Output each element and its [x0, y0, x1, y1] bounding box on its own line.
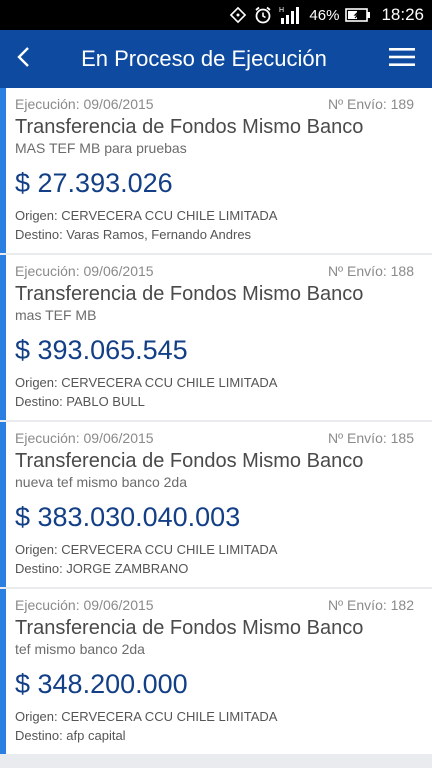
transfer-destination: Destino: afp capital: [15, 728, 126, 743]
transfer-card[interactable]: Ejecución: 09/06/2015 Nº Envío: 182 Tran…: [0, 589, 432, 754]
battery-percent: 46%: [309, 6, 340, 24]
transfer-origin: Origen: CERVECERA CCU CHILE LIMITADA: [15, 709, 278, 724]
signal-icon: H: [279, 5, 303, 25]
transfer-amount: $ 383.030.040.003: [15, 502, 241, 532]
transfer-description: tef mismo banco 2da: [15, 641, 145, 657]
transfer-origin: Origen: CERVECERA CCU CHILE LIMITADA: [15, 542, 278, 557]
send-number: Nº Envío: 189: [327, 96, 414, 112]
transfer-card[interactable]: Ejecución: 09/06/2015 Nº Envío: 185 Tran…: [0, 422, 432, 587]
transfer-type: Transferencia de Fondos Mismo Banco: [15, 617, 364, 639]
transfer-type: Transferencia de Fondos Mismo Banco: [15, 450, 364, 472]
transfer-destination: Destino: PABLO BULL: [15, 394, 145, 409]
app-bar: En Proceso de Ejecución: [0, 30, 432, 88]
transfer-card[interactable]: Ejecución: 09/06/2015 Nº Envío: 189 Tran…: [0, 88, 432, 253]
hamburger-menu-icon: [389, 47, 415, 72]
chevron-left-icon: [16, 46, 30, 73]
status-bar: H 46% 18:26: [0, 0, 432, 30]
transfer-description: mas TEF MB: [15, 307, 97, 323]
execution-date: Ejecución: 09/06/2015: [15, 597, 154, 613]
transfer-description: nueva tef mismo banco 2da: [15, 474, 187, 490]
svg-text:H: H: [279, 7, 284, 14]
clock: 18:26: [381, 5, 424, 24]
transfer-type: Transferencia de Fondos Mismo Banco: [15, 116, 364, 138]
transfer-origin: Origen: CERVECERA CCU CHILE LIMITADA: [15, 375, 278, 390]
send-number: Nº Envío: 188: [327, 263, 414, 279]
transfer-destination: Destino: JORGE ZAMBRANO: [15, 561, 189, 576]
menu-button[interactable]: [372, 30, 432, 88]
transfer-amount: $ 27.393.026: [15, 168, 173, 198]
transfer-list: Ejecución: 09/06/2015 Nº Envío: 189 Tran…: [0, 88, 432, 754]
page-title: En Proceso de Ejecución: [81, 46, 327, 71]
rotate-icon: [229, 6, 247, 24]
alarm-icon: [253, 5, 273, 25]
send-number: Nº Envío: 182: [327, 597, 414, 613]
send-number: Nº Envío: 185: [327, 430, 414, 446]
execution-date: Ejecución: 09/06/2015: [15, 96, 154, 112]
transfer-amount: $ 393.065.545: [15, 335, 188, 365]
battery-icon: [345, 7, 371, 23]
execution-date: Ejecución: 09/06/2015: [15, 263, 154, 279]
transfer-amount: $ 348.200.000: [15, 669, 188, 699]
back-button[interactable]: [0, 30, 46, 88]
transfer-description: MAS TEF MB para pruebas: [15, 140, 187, 156]
transfer-card[interactable]: Ejecución: 09/06/2015 Nº Envío: 188 Tran…: [0, 255, 432, 420]
transfer-type: Transferencia de Fondos Mismo Banco: [15, 283, 364, 305]
transfer-destination: Destino: Varas Ramos, Fernando Andres: [15, 227, 252, 242]
execution-date: Ejecución: 09/06/2015: [15, 430, 154, 446]
transfer-origin: Origen: CERVECERA CCU CHILE LIMITADA: [15, 208, 278, 223]
